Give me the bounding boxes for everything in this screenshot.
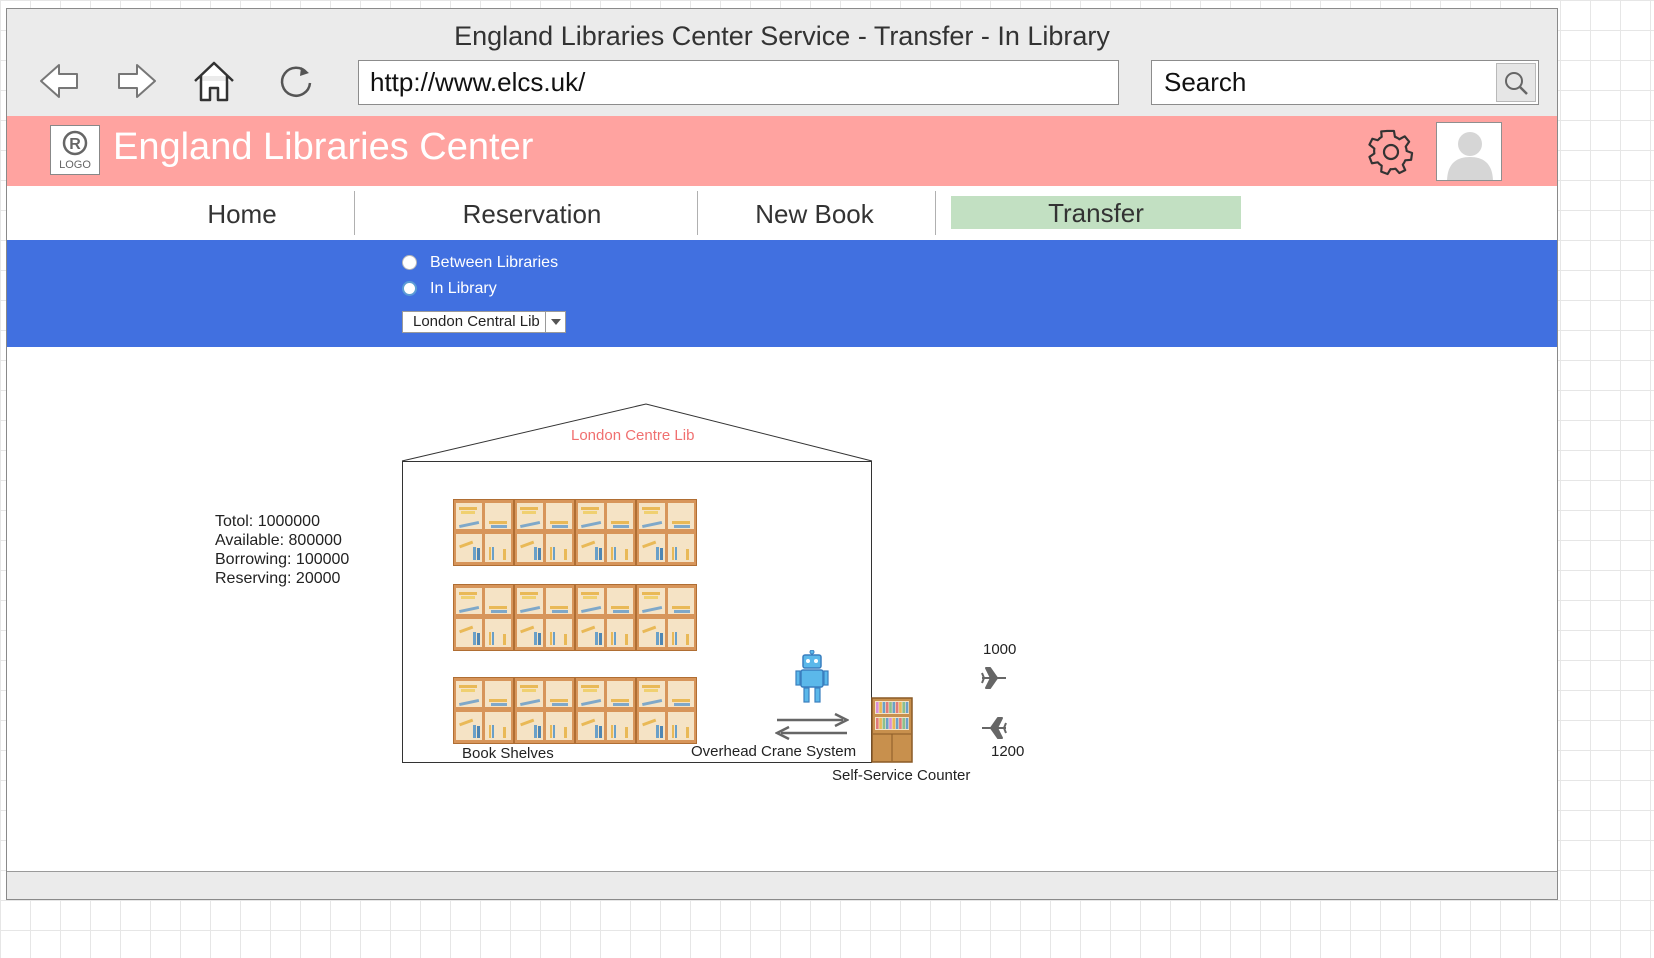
inbound-count: 1200: [991, 743, 1025, 760]
bookshelf-unit: [453, 677, 514, 744]
self-service-counter-icon: [871, 697, 913, 763]
bookshelf-unit: [636, 499, 697, 566]
bookshelf-unit: [575, 584, 636, 651]
library-diagram: Totol: 1000000 Available: 800000 Borrowi…: [7, 9, 1559, 901]
bookshelf-row: [453, 677, 697, 744]
airplane-inbound-icon: [982, 717, 1007, 739]
robot-crane-icon: [795, 650, 829, 703]
status-bar: [7, 871, 1557, 899]
building-outline: [401, 403, 873, 763]
bookshelf-row: [453, 584, 697, 651]
building-label: London Centre Lib: [571, 427, 695, 444]
outbound-count: 1000: [983, 641, 1017, 658]
bookshelf-unit: [636, 584, 697, 651]
bookshelf-unit: [514, 499, 575, 566]
bookshelf-unit: [636, 677, 697, 744]
browser-window: England Libraries Center Service - Trans…: [6, 8, 1558, 900]
bookshelf-unit: [453, 499, 514, 566]
transfer-arrows-icon: [775, 712, 849, 740]
bookshelf-row: [453, 499, 697, 566]
airplane-outbound-icon: [981, 667, 1006, 689]
bookshelf-unit: [575, 499, 636, 566]
bookshelf-unit: [514, 584, 575, 651]
crane-label: Overhead Crane System: [691, 743, 857, 760]
bookshelf-unit: [453, 584, 514, 651]
bookshelf-unit: [514, 677, 575, 744]
book-shelves-label: Book Shelves: [462, 745, 554, 762]
bookshelf-unit: [575, 677, 636, 744]
counter-label: Self-Service Counter: [832, 767, 971, 784]
